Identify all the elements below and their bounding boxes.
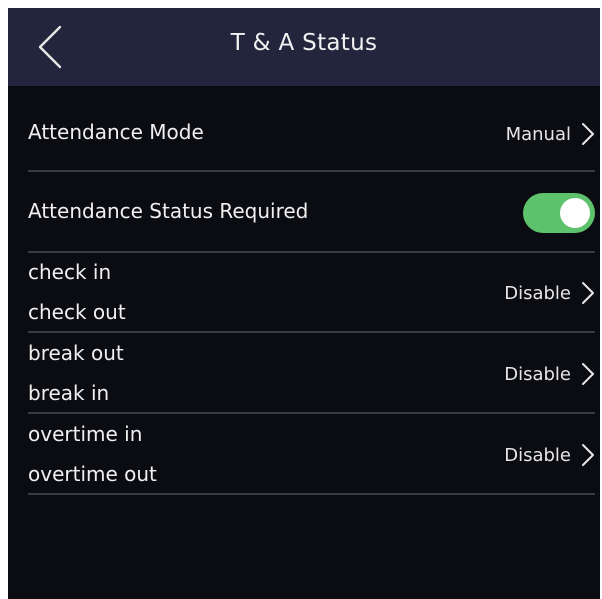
toggle-knob — [560, 198, 590, 228]
status-row-check[interactable]: check in check out Disable — [28, 254, 595, 332]
attendance-mode-value[interactable]: Manual — [506, 122, 595, 146]
status-row-overtime[interactable]: overtime in overtime out Disable — [28, 416, 595, 494]
header-bar: T & A Status — [8, 8, 600, 86]
divider — [28, 412, 595, 414]
attendance-mode-value-text: Manual — [505, 123, 571, 145]
status-row-value[interactable]: Disable — [504, 443, 595, 467]
status-row-line1: check in — [28, 260, 112, 284]
chevron-right-icon — [582, 444, 594, 466]
status-row-value[interactable]: Disable — [504, 362, 595, 386]
divider — [28, 251, 595, 253]
chevron-right-icon — [582, 282, 594, 304]
status-row-break[interactable]: break out break in Disable — [28, 335, 595, 413]
screen: T & A Status Attendance Mode Manual Atte… — [8, 8, 600, 599]
status-required-row: Attendance Status Required — [28, 191, 595, 235]
page-title: T & A Status — [230, 30, 378, 56]
divider — [28, 331, 595, 333]
status-row-value-text: Disable — [504, 363, 571, 385]
attendance-mode-row[interactable]: Attendance Mode Manual — [28, 112, 595, 156]
status-row-line1: break out — [28, 341, 124, 365]
status-required-label: Attendance Status Required — [28, 199, 309, 223]
status-row-value-text: Disable — [504, 444, 571, 466]
divider — [28, 170, 595, 172]
status-row-line2: overtime out — [28, 462, 157, 486]
attendance-mode-label: Attendance Mode — [28, 120, 204, 144]
status-required-toggle[interactable] — [523, 193, 595, 233]
chevron-right-icon — [582, 363, 594, 385]
divider — [28, 493, 595, 495]
status-row-value-text: Disable — [504, 282, 571, 304]
status-row-line2: check out — [28, 300, 126, 324]
status-row-line2: break in — [28, 381, 110, 405]
status-row-line1: overtime in — [28, 422, 143, 446]
status-row-value[interactable]: Disable — [504, 281, 595, 305]
chevron-right-icon — [582, 123, 594, 145]
